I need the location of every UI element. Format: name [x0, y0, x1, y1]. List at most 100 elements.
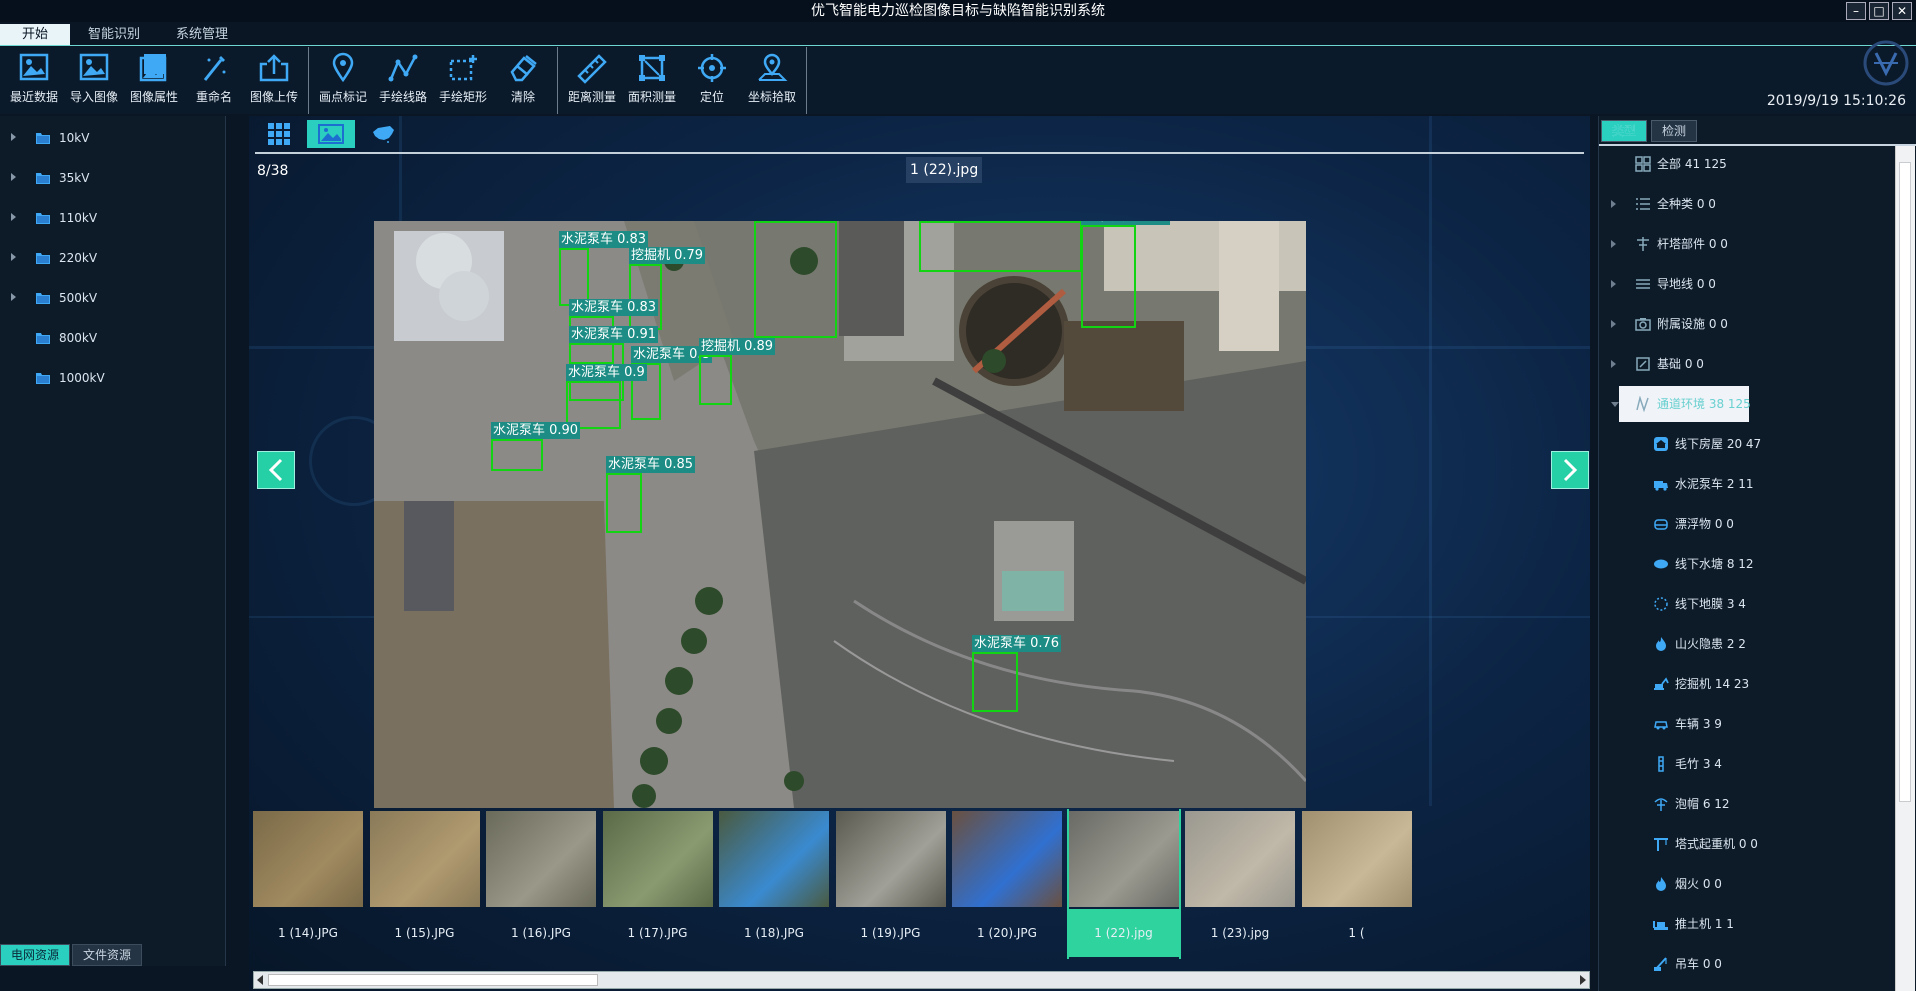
- expand-arrow-icon[interactable]: [1611, 360, 1616, 368]
- expand-arrow-icon[interactable]: [1611, 280, 1616, 288]
- expand-arrow-icon[interactable]: [1611, 240, 1616, 248]
- clear-button[interactable]: 清除: [493, 47, 553, 114]
- menu-tab-smart-recognition[interactable]: 智能识别: [70, 24, 158, 45]
- pond-icon: [1654, 559, 1668, 569]
- expand-arrow-icon[interactable]: [11, 253, 16, 261]
- thumbnail-item[interactable]: 1 (23).jpg: [1185, 809, 1295, 959]
- scrollbar-thumb[interactable]: [268, 974, 598, 986]
- recent-data-button[interactable]: 最近数据: [4, 47, 64, 114]
- tree-item-10kv[interactable]: 10kV: [0, 118, 225, 158]
- collapse-arrow-icon[interactable]: [1611, 402, 1619, 407]
- category-item[interactable]: 通道环境 38 125: [1599, 384, 1895, 424]
- detection-box[interactable]: 水泥泵车 0.90: [491, 422, 581, 471]
- thumbnail-scrollbar[interactable]: [253, 971, 1590, 989]
- coordinate-pick-button[interactable]: 坐标拾取: [742, 47, 802, 114]
- image-viewer: 8/38 1 (22).jpg ◁: [249, 116, 1590, 991]
- category-item[interactable]: 挖掘机 14 23: [1599, 664, 1895, 704]
- category-item[interactable]: 毛竹 3 4: [1599, 744, 1895, 784]
- previous-image-button[interactable]: [257, 451, 295, 489]
- thumbnail-item[interactable]: 1 (14).JPG: [253, 809, 363, 959]
- category-item[interactable]: 塔式起重机 0 0: [1599, 824, 1895, 864]
- category-scrollbar-thumb[interactable]: [1899, 162, 1911, 802]
- tab-type[interactable]: 类型: [1601, 120, 1648, 142]
- category-item[interactable]: 烟火 0 0: [1599, 864, 1895, 904]
- detection-box[interactable]: 水泥泵车 0.76: [972, 635, 1062, 712]
- expand-arrow-icon[interactable]: [1611, 320, 1616, 328]
- scroll-right-arrow[interactable]: [1580, 975, 1586, 985]
- menu-tab-system-management[interactable]: 系统管理: [158, 24, 246, 45]
- category-item[interactable]: 泡帽 6 12: [1599, 784, 1895, 824]
- rename-button[interactable]: 重命名: [184, 47, 244, 114]
- distance-measure-button[interactable]: 距离测量: [562, 47, 622, 114]
- distance-measure-icon: [577, 54, 607, 84]
- detection-box[interactable]: 线下房屋 0.92: [1081, 221, 1171, 328]
- car-icon: [1654, 721, 1668, 730]
- category-item[interactable]: 车辆 3 9: [1599, 704, 1895, 744]
- grid-view-tab[interactable]: [255, 120, 303, 148]
- expand-arrow-icon[interactable]: [11, 133, 16, 141]
- expand-arrow-icon[interactable]: [11, 213, 16, 221]
- area-measure-button[interactable]: 面积测量: [622, 47, 682, 114]
- thumbnail-item[interactable]: 1 (22).jpg: [1066, 809, 1181, 959]
- tab-file-resources[interactable]: 文件资源: [72, 944, 143, 966]
- detection-box[interactable]: 水泥泵车 0.85: [606, 456, 696, 533]
- next-image-button[interactable]: [1551, 451, 1589, 489]
- image-properties-button[interactable]: 图像属性: [124, 47, 184, 114]
- thumbnail-item[interactable]: 1 (16).JPG: [486, 809, 596, 959]
- image-view-tab[interactable]: [307, 120, 355, 148]
- tree-item-800kv[interactable]: 800kV: [0, 318, 225, 358]
- detection-box[interactable]: 线下房屋 0.71: [919, 221, 1082, 272]
- thumbnail-strip: 1 (14).JPG 1 (15).JPG 1 (16).JPG 1 (17).JPG…: [253, 809, 1590, 959]
- image-upload-button[interactable]: 图像上传: [244, 47, 304, 114]
- thumbnail-item[interactable]: 1 (20).JPG: [952, 809, 1062, 959]
- category-item[interactable]: 导地线 0 0: [1599, 264, 1895, 304]
- tree-item-220kv[interactable]: 220kV: [0, 238, 225, 278]
- expand-arrow-icon[interactable]: [1611, 200, 1616, 208]
- category-item[interactable]: 杆塔部件 0 0: [1599, 224, 1895, 264]
- category-item[interactable]: 线下地膜 3 4: [1599, 584, 1895, 624]
- tree-item-500kv[interactable]: 500kV: [0, 278, 225, 318]
- close-button[interactable]: ✕: [1892, 2, 1912, 20]
- draw-rect-button[interactable]: 手绘矩形: [433, 47, 493, 114]
- map-view-tab[interactable]: [359, 120, 407, 148]
- detection-box[interactable]: 线下房屋 0.89: [754, 221, 837, 338]
- tab-grid-resources[interactable]: 电网资源: [0, 944, 71, 966]
- menu-tab-start[interactable]: 开始: [0, 24, 71, 45]
- category-scrollbar[interactable]: [1895, 146, 1915, 991]
- locate-button[interactable]: 定位: [682, 47, 742, 114]
- tab-detection[interactable]: 检测: [1651, 120, 1698, 142]
- category-item[interactable]: 全种类 0 0: [1599, 184, 1895, 224]
- excavator-icon: [1654, 677, 1669, 690]
- tree-item-110kv[interactable]: 110kV: [0, 198, 225, 238]
- category-item[interactable]: 线下水塘 8 12: [1599, 544, 1895, 584]
- expand-arrow-icon[interactable]: [11, 173, 16, 181]
- detection-box[interactable]: 挖掘机 0.79: [629, 247, 706, 330]
- category-item[interactable]: 线下房屋 20 47: [1599, 424, 1895, 464]
- category-item[interactable]: 水泥泵车 2 11: [1599, 464, 1895, 504]
- category-item[interactable]: 漂浮物 0 0: [1599, 504, 1895, 544]
- scroll-left-arrow[interactable]: [257, 975, 263, 985]
- minimize-button[interactable]: –: [1846, 2, 1866, 20]
- thumbnail-image: [719, 811, 829, 907]
- category-item[interactable]: 推土机 1 1: [1599, 904, 1895, 944]
- category-item[interactable]: 全部 41 125: [1599, 146, 1895, 184]
- import-image-button[interactable]: 导入图像: [64, 47, 124, 114]
- thumbnail-item[interactable]: 1 (: [1301, 809, 1412, 959]
- detection-box[interactable]: 挖掘机 0.89: [699, 338, 776, 405]
- tree-item-35kv[interactable]: 35kV: [0, 158, 225, 198]
- draw-line-button[interactable]: 手绘线路: [373, 47, 433, 114]
- thumbnail-item[interactable]: 1 (19).JPG: [835, 809, 946, 959]
- thumbnail-item[interactable]: 1 (17).JPG: [602, 809, 713, 959]
- detection-box[interactable]: 水泥泵车 0.83: [559, 231, 649, 306]
- category-item[interactable]: 山火隐患 2 2: [1599, 624, 1895, 664]
- category-item[interactable]: 吊车 0 0: [1599, 944, 1895, 984]
- thumbnail-item[interactable]: 1 (18).JPG: [719, 809, 829, 959]
- point-marker-button[interactable]: 画点标记: [313, 47, 373, 114]
- aerial-photo[interactable]: 水泥泵车 0.83挖掘机 0.79 线下房屋 0.89 线下房屋 0.71线下房屋 …: [374, 221, 1306, 808]
- expand-arrow-icon[interactable]: [11, 293, 16, 301]
- tree-item-1000kv[interactable]: 1000kV: [0, 358, 225, 398]
- thumbnail-item[interactable]: 1 (15).JPG: [369, 809, 480, 959]
- category-item[interactable]: 附属设施 0 0: [1599, 304, 1895, 344]
- category-item[interactable]: 基础 0 0: [1599, 344, 1895, 384]
- maximize-button[interactable]: □: [1869, 2, 1889, 20]
